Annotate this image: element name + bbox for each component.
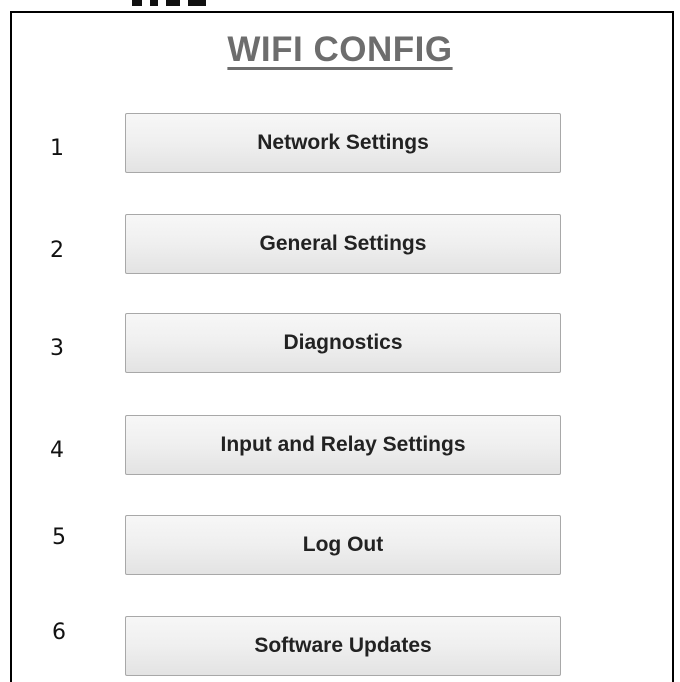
- diagnostics-button[interactable]: Diagnostics: [125, 313, 561, 373]
- network-settings-button[interactable]: Network Settings: [125, 113, 561, 173]
- wifi-config-page: WIFI CONFIG 1 Network Settings 2 General…: [0, 0, 680, 682]
- software-updates-button[interactable]: Software Updates: [125, 616, 561, 676]
- general-settings-button[interactable]: General Settings: [125, 214, 561, 274]
- menu-number-5: 5: [52, 525, 66, 550]
- input-relay-settings-button[interactable]: Input and Relay Settings: [125, 415, 561, 475]
- log-out-button[interactable]: Log Out: [125, 515, 561, 575]
- page-title: WIFI CONFIG: [227, 30, 453, 69]
- menu-number-4: 4: [50, 438, 64, 463]
- menu-number-3: 3: [50, 336, 64, 361]
- menu-number-2: 2: [50, 238, 64, 263]
- menu-number-1: 1: [50, 136, 64, 161]
- menu-number-6: 6: [52, 620, 66, 645]
